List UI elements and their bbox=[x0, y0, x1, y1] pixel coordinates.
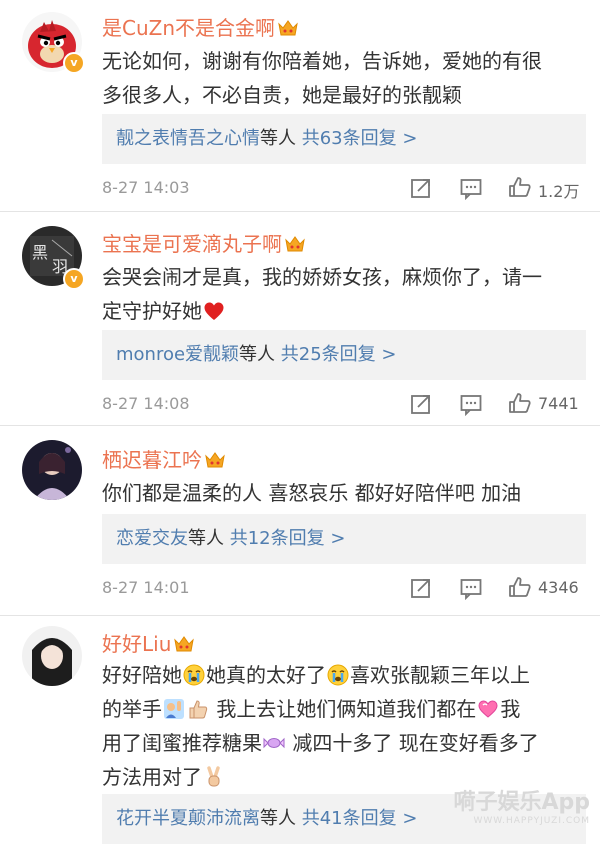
pink-heart-icon bbox=[477, 698, 499, 720]
repost-icon[interactable] bbox=[409, 576, 433, 600]
comment-timestamp: 8-27 14:03 bbox=[102, 178, 190, 197]
vip-crown-icon bbox=[284, 235, 306, 253]
avatar[interactable] bbox=[22, 440, 82, 500]
comment-text: 会哭会闹才是真，我的娇娇女孩，麻烦你了，请一 定守护好她 bbox=[102, 265, 542, 323]
comment-icon[interactable] bbox=[459, 576, 483, 600]
repost-icon[interactable] bbox=[409, 392, 433, 416]
like-count: 7441 bbox=[538, 394, 579, 413]
comment-icon[interactable] bbox=[459, 176, 483, 200]
comment-text: 好好陪她 她真的太好了 喜欢张靓颖三年以上 的举手 我上去让她们俩知道我们都在我 用… bbox=[102, 663, 539, 789]
vip-crown-icon bbox=[204, 451, 226, 469]
raising-hand-icon bbox=[163, 698, 185, 720]
comment-item: v 是CuZn不是合金啊 无论如何，谢谢有你陪着她，告诉她，爱她的有很 多很多人… bbox=[0, 0, 600, 212]
watermark: 嗬子娱乐App WWW.HAPPYJUZI.COM bbox=[453, 790, 590, 826]
username[interactable]: 栖迟暮江吟 bbox=[102, 444, 226, 473]
comment-timestamp: 8-27 14:08 bbox=[102, 394, 190, 413]
comment-item: 黑 羽 v 宝宝是可爱滴丸子啊 会哭会闹才是真，我的娇娇女孩，麻烦你了，请一 定… bbox=[0, 212, 600, 426]
crying-face-icon bbox=[327, 664, 349, 686]
crying-face-icon bbox=[183, 664, 205, 686]
reply-summary[interactable]: 靓之表情吾之心情等人 共63条回复 > bbox=[102, 114, 586, 164]
reply-summary[interactable]: 恋爱交友等人 共12条回复 > bbox=[102, 514, 586, 564]
comment-item: 栖迟暮江吟 你们都是温柔的人 喜怒哀乐 都好好陪伴吧 加油 恋爱交友等人 共12… bbox=[0, 426, 600, 616]
victory-hand-icon bbox=[203, 766, 225, 788]
username[interactable]: 宝宝是可爱滴丸子啊 bbox=[102, 228, 306, 257]
username[interactable]: 好好Liu bbox=[102, 628, 195, 657]
like-icon[interactable] bbox=[508, 175, 532, 199]
like-count: 1.2万 bbox=[538, 182, 580, 201]
vip-crown-icon bbox=[277, 19, 299, 37]
thumbs-up-icon bbox=[187, 698, 209, 720]
like-icon[interactable] bbox=[508, 391, 532, 415]
avatar[interactable] bbox=[22, 626, 82, 686]
vip-crown-icon bbox=[173, 635, 195, 653]
comment-icon[interactable] bbox=[459, 392, 483, 416]
repost-icon[interactable] bbox=[409, 176, 433, 200]
candy-icon bbox=[263, 732, 285, 754]
verified-badge-icon: v bbox=[63, 268, 85, 290]
comment-text: 无论如何，谢谢有你陪着她，告诉她，爱她的有很 多很多人，不必自责，她是最好的张靓… bbox=[102, 49, 542, 107]
comment-text: 你们都是温柔的人 喜怒哀乐 都好好陪伴吧 加油 bbox=[102, 481, 522, 505]
svg-text:黑: 黑 bbox=[32, 243, 48, 262]
comment-timestamp: 8-27 14:01 bbox=[102, 578, 190, 597]
verified-badge-icon: v bbox=[63, 52, 85, 74]
reply-summary[interactable]: monroe爱靓颖等人 共25条回复 > bbox=[102, 330, 586, 380]
red-heart-icon bbox=[203, 300, 225, 322]
username[interactable]: 是CuZn不是合金啊 bbox=[102, 12, 299, 41]
like-count: 4346 bbox=[538, 578, 579, 597]
like-icon[interactable] bbox=[508, 575, 532, 599]
